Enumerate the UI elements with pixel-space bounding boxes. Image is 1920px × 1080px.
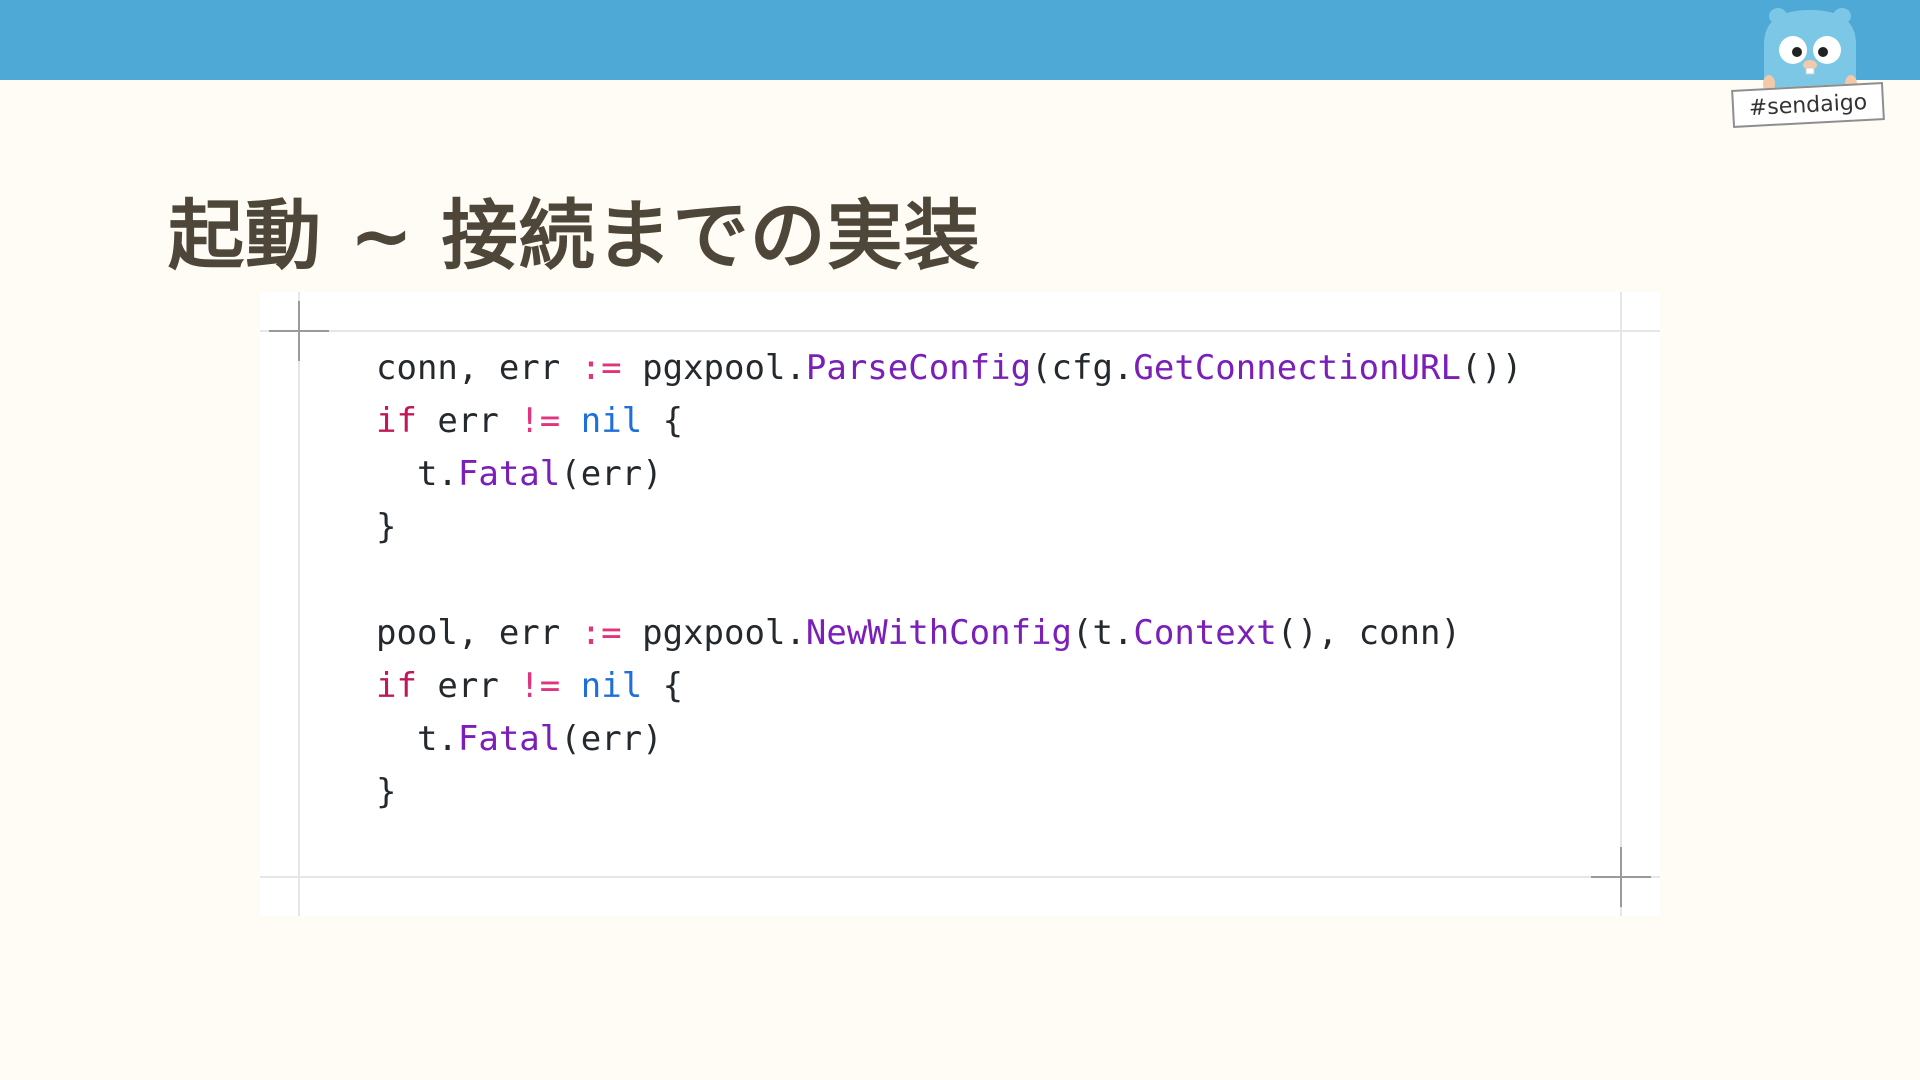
- code-token-default: pool, err: [376, 613, 581, 653]
- guide-line-bottom: [260, 876, 1660, 878]
- sendaigo-tag: #sendaigo: [1731, 82, 1885, 128]
- code-token-default: t.: [376, 454, 458, 494]
- code-line: t.Fatal(err): [376, 713, 1522, 766]
- code-token-default: (), conn): [1276, 613, 1461, 653]
- guide-line-right: [1620, 292, 1622, 916]
- code-token-default: conn, err: [376, 348, 581, 388]
- code-token-operator: !=: [519, 401, 561, 441]
- code-token-default: {: [642, 401, 684, 441]
- code-token-default: err: [416, 401, 520, 441]
- code-line: if err != nil {: [376, 395, 1522, 448]
- code-token-function: Fatal: [457, 454, 561, 494]
- code-token-nil: nil: [580, 666, 643, 706]
- code-token-default: [560, 401, 580, 441]
- code-line: conn, err := pgxpool.ParseConfig(cfg.Get…: [376, 342, 1522, 395]
- code-token-default: err: [416, 666, 520, 706]
- code-token-default: ()): [1460, 348, 1523, 388]
- code-block: conn, err := pgxpool.ParseConfig(cfg.Get…: [376, 342, 1522, 819]
- code-token-default: (cfg.: [1031, 348, 1134, 388]
- code-token-default: pgxpool.: [621, 348, 806, 388]
- code-token-default: (err): [560, 719, 663, 759]
- crop-mark-bottom-right-icon: [1591, 847, 1651, 907]
- code-token-default: {: [642, 666, 684, 706]
- code-token-default: pgxpool.: [621, 613, 806, 653]
- code-token-function: Context: [1133, 613, 1277, 653]
- code-token-function: GetConnectionURL: [1133, 348, 1461, 388]
- code-token-default: (err): [560, 454, 663, 494]
- code-token-function: Fatal: [457, 719, 561, 759]
- guide-line-top: [260, 330, 1660, 332]
- code-line: }: [376, 766, 1522, 819]
- code-token-default: }: [376, 772, 397, 812]
- page-title: 起動 ~ 接続までの実装: [168, 191, 981, 280]
- header-bar: [0, 0, 1920, 80]
- code-line: }: [376, 501, 1522, 554]
- code-token-default: (t.: [1072, 613, 1134, 653]
- code-token-default: }: [376, 507, 397, 547]
- code-line: pool, err := pgxpool.NewWithConfig(t.Con…: [376, 607, 1522, 660]
- code-panel: conn, err := pgxpool.ParseConfig(cfg.Get…: [260, 292, 1660, 916]
- code-token-default: t.: [376, 719, 458, 759]
- code-token-operator: !=: [519, 666, 561, 706]
- code-token-default: [560, 666, 580, 706]
- code-token-keyword: if: [376, 401, 417, 441]
- guide-line-left: [298, 292, 300, 916]
- code-token-keyword: if: [376, 666, 417, 706]
- code-token-operator: :=: [580, 348, 622, 388]
- code-line: t.Fatal(err): [376, 448, 1522, 501]
- code-line: if err != nil {: [376, 660, 1522, 713]
- crop-mark-top-left-icon: [269, 301, 329, 361]
- code-token-nil: nil: [580, 401, 643, 441]
- code-token-operator: :=: [580, 613, 622, 653]
- code-token-function: ParseConfig: [805, 348, 1032, 388]
- code-token-function: NewWithConfig: [805, 613, 1072, 653]
